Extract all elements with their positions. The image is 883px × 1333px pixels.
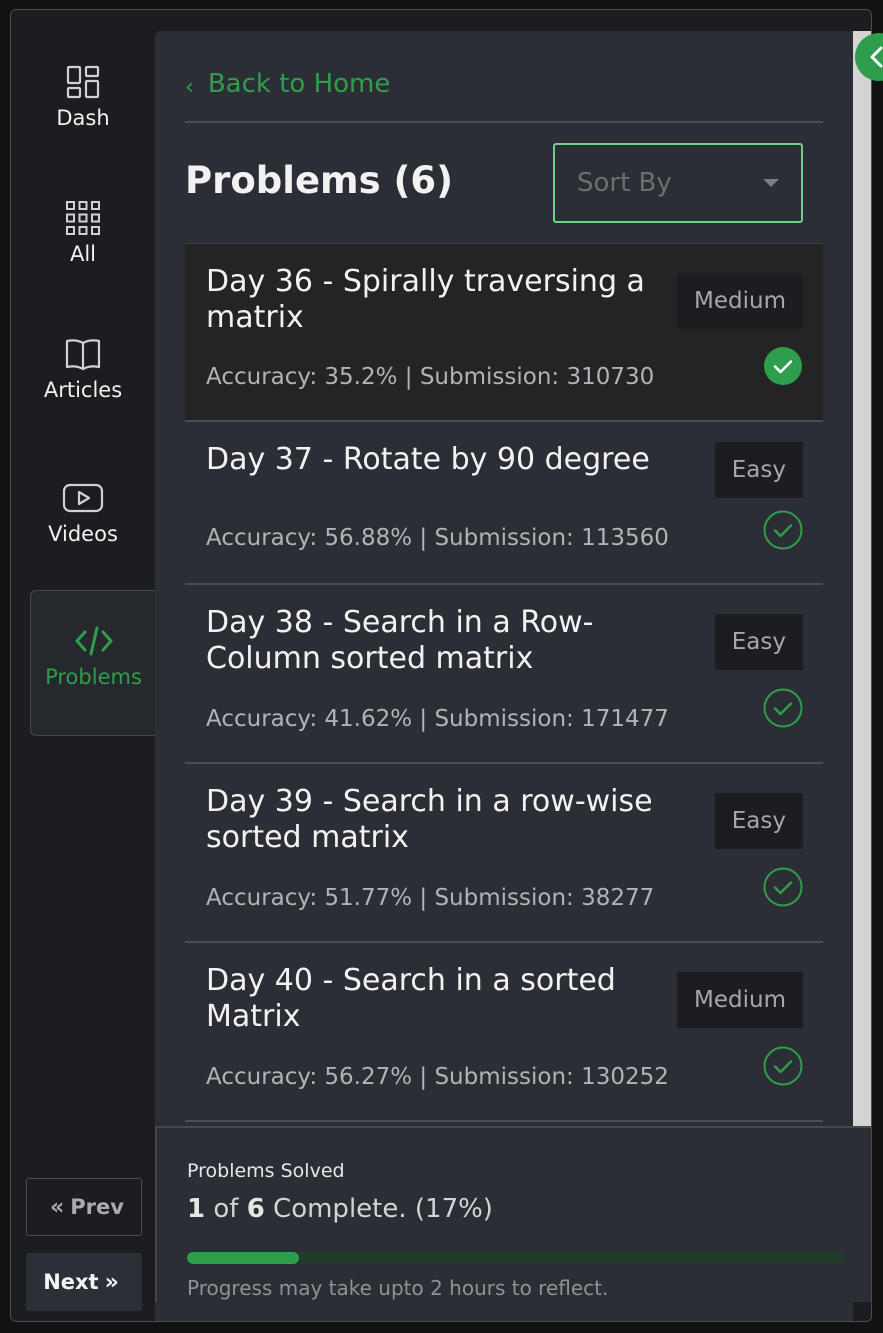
problem-title: Day 36 - Spirally traversing a matrix <box>206 264 645 335</box>
summary-complete: Complete. (17%) <box>273 1194 493 1224</box>
summary-of: of <box>213 1194 239 1224</box>
book-icon <box>61 332 105 376</box>
problem-card[interactable]: Day 37 - Rotate by 90 degree Easy Accura… <box>185 422 823 585</box>
progress-bar-fill <box>187 1252 299 1264</box>
sidebar-item-dash[interactable]: Dash <box>11 60 155 130</box>
video-play-icon <box>61 476 105 520</box>
header-divider <box>185 121 823 123</box>
sidebar-item-videos[interactable]: Videos <box>11 476 155 546</box>
double-chevron-right-icon: » <box>104 1269 119 1295</box>
problem-title: Day 40 - Search in a sorted Matrix <box>206 963 616 1034</box>
caret-down-icon <box>763 179 779 187</box>
problem-card[interactable]: Day 40 - Search in a sorted Matrix Mediu… <box>185 943 823 1122</box>
back-to-home-link[interactable]: ‹ Back to Home <box>185 67 391 101</box>
difficulty-badge: Easy <box>714 793 803 849</box>
sidebar-item-label: Articles <box>43 378 123 402</box>
difficulty-badge: Easy <box>714 442 803 498</box>
problem-stats: Accuracy: 56.27% | Submission: 130252 <box>206 1064 669 1090</box>
app-frame: Dash All Articles Videos Problems « Prev… <box>10 9 872 1322</box>
scrollbar[interactable] <box>853 31 871 1131</box>
problem-stats: Accuracy: 35.2% | Submission: 310730 <box>206 364 655 390</box>
problem-stats: Accuracy: 51.77% | Submission: 38277 <box>206 885 655 911</box>
sort-by-placeholder: Sort By <box>577 168 672 198</box>
sidebar-item-articles[interactable]: Articles <box>11 332 155 402</box>
sidebar-rail: Dash All Articles Videos Problems « Prev… <box>11 10 156 1321</box>
problem-list: Day 36 - Spirally traversing a matrix Me… <box>185 243 823 1122</box>
next-button-label: Next <box>43 1270 99 1294</box>
check-circle-filled-icon <box>764 347 802 385</box>
problem-title: Day 39 - Search in a row-wise sorted mat… <box>206 784 653 855</box>
problem-card[interactable]: Day 38 - Search in a Row-Column sorted m… <box>185 585 823 764</box>
code-icon <box>72 619 116 663</box>
summary-count: 1 of 6 Complete. (17%) <box>187 1194 493 1224</box>
page-title: Problems (6) <box>185 159 454 202</box>
back-link-label: Back to Home <box>207 68 391 99</box>
progress-summary: Problems Solved 1 of 6 Complete. (17%) P… <box>155 1126 871 1302</box>
problem-card[interactable]: Day 36 - Spirally traversing a matrix Me… <box>185 243 823 422</box>
sort-by-dropdown[interactable]: Sort By <box>553 143 803 223</box>
sidebar-item-label: Videos <box>48 522 118 546</box>
difficulty-badge: Easy <box>714 614 803 670</box>
difficulty-badge: Medium <box>677 273 803 329</box>
chevron-left-icon: ‹ <box>185 75 194 100</box>
sidebar-item-label: Problems <box>45 665 142 689</box>
sidebar-item-label: Dash <box>56 106 110 130</box>
grid-icon <box>61 196 105 240</box>
check-circle-outline-icon <box>763 688 803 728</box>
prev-button[interactable]: « Prev <box>26 1178 142 1236</box>
problem-stats: Accuracy: 41.62% | Submission: 171477 <box>206 706 669 732</box>
problem-stats: Accuracy: 56.88% | Submission: 113560 <box>206 525 669 551</box>
sidebar-item-label: All <box>69 242 97 266</box>
sidebar-item-all[interactable]: All <box>11 196 155 266</box>
progress-note: Progress may take upto 2 hours to reflec… <box>187 1276 609 1300</box>
solved-count: 1 <box>187 1194 206 1224</box>
problem-card[interactable]: Day 39 - Search in a row-wise sorted mat… <box>185 764 823 943</box>
difficulty-badge: Medium <box>677 972 803 1028</box>
problem-title: Day 38 - Search in a Row-Column sorted m… <box>206 605 594 676</box>
check-circle-outline-icon <box>763 510 803 550</box>
summary-title: Problems Solved <box>187 1160 345 1182</box>
sidebar-item-problems[interactable]: Problems <box>30 590 156 736</box>
progress-bar <box>187 1252 845 1264</box>
dashboard-icon <box>61 60 105 104</box>
check-circle-outline-icon <box>763 1046 803 1086</box>
chevron-left-icon <box>870 46 883 68</box>
double-chevron-left-icon: « <box>50 1194 65 1220</box>
check-circle-outline-icon <box>763 867 803 907</box>
next-button[interactable]: Next » <box>26 1253 142 1311</box>
prev-button-label: Prev <box>70 1195 124 1219</box>
problem-title: Day 37 - Rotate by 90 degree <box>206 442 650 477</box>
total-count: 6 <box>246 1194 265 1224</box>
